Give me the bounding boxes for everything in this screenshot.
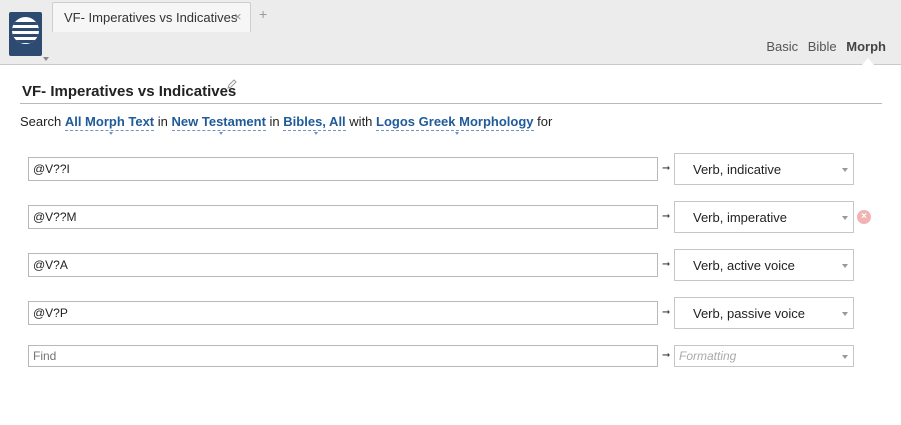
find-input[interactable]: [28, 345, 658, 367]
title-divider: [20, 103, 882, 104]
chevron-down-icon: [842, 216, 848, 220]
formatting-value: Verb, indicative: [693, 162, 782, 177]
search-in-text: in: [157, 114, 168, 129]
formatting-select[interactable]: Verb, passive voice: [674, 297, 854, 329]
mode-basic-link[interactable]: Basic: [766, 39, 798, 54]
formatting-value: Verb, active voice: [693, 258, 795, 273]
maps-to-arrow-icon: ➞: [662, 350, 671, 361]
tab-close-icon[interactable]: ×: [234, 9, 242, 24]
formatting-value: Verb, passive voice: [693, 306, 806, 321]
formatting-select[interactable]: Formatting: [674, 345, 854, 367]
formatting-select[interactable]: Verb, indicative: [674, 153, 854, 185]
new-tab-icon[interactable]: +: [259, 6, 267, 22]
find-input[interactable]: [28, 301, 658, 325]
mode-morph-link[interactable]: Morph: [846, 39, 886, 54]
collection-dropdown[interactable]: Bibles, All: [283, 114, 346, 131]
find-input[interactable]: [28, 157, 658, 181]
search-with-text: with: [349, 114, 373, 129]
chevron-down-icon: [842, 312, 848, 316]
search-in-text-2: in: [269, 114, 280, 129]
chevron-down-icon: [842, 168, 848, 172]
formatting-select[interactable]: Verb, imperative: [674, 201, 854, 233]
maps-to-arrow-icon: ➞: [662, 307, 671, 318]
new-rule-row: ➞ Formatting: [0, 344, 901, 374]
find-input[interactable]: [28, 205, 658, 229]
active-mode-pointer: [862, 58, 874, 65]
text-scope-dropdown[interactable]: All Morph Text: [64, 114, 155, 131]
chevron-down-icon: [842, 355, 848, 359]
list-item: ➞ Verb, indicative: [0, 153, 901, 185]
app-menu-button[interactable]: [9, 12, 42, 56]
find-input[interactable]: [28, 253, 658, 277]
logos-logo-icon: [12, 17, 39, 44]
document-tab[interactable]: VF- Imperatives vs Indicatives ×: [52, 2, 251, 32]
maps-to-arrow-icon: ➞: [662, 211, 671, 222]
tab-title: VF- Imperatives vs Indicatives: [64, 10, 238, 25]
top-bar: VF- Imperatives vs Indicatives × + Basic…: [0, 0, 901, 65]
formatting-value: Verb, imperative: [693, 210, 787, 225]
app-menu-chevron-icon[interactable]: [43, 57, 49, 61]
page-title: VF- Imperatives vs Indicatives: [22, 83, 237, 100]
morphology-dropdown[interactable]: Logos Greek Morphology: [376, 114, 534, 131]
range-dropdown[interactable]: New Testament: [171, 114, 266, 131]
list-item: ➞ Verb, active voice: [0, 249, 901, 281]
mode-bible-link[interactable]: Bible: [808, 39, 837, 54]
chevron-down-icon: [842, 264, 848, 268]
list-item: ➞ Verb, imperative ×: [0, 201, 901, 233]
edit-title-pencil-icon[interactable]: [227, 79, 237, 89]
list-item: ➞ Verb, passive voice: [0, 297, 901, 329]
search-prefix-text: Search: [20, 114, 62, 129]
formatting-select[interactable]: Verb, active voice: [674, 249, 854, 281]
maps-to-arrow-icon: ➞: [662, 259, 671, 270]
maps-to-arrow-icon: ➞: [662, 163, 671, 174]
search-description: Search All Morph Text in New Testament i…: [20, 114, 553, 131]
search-mode-links: Basic Bible Morph: [760, 39, 886, 54]
formatting-placeholder: Formatting: [679, 349, 737, 363]
search-for-text: for: [537, 114, 553, 129]
remove-row-icon[interactable]: ×: [857, 210, 871, 224]
